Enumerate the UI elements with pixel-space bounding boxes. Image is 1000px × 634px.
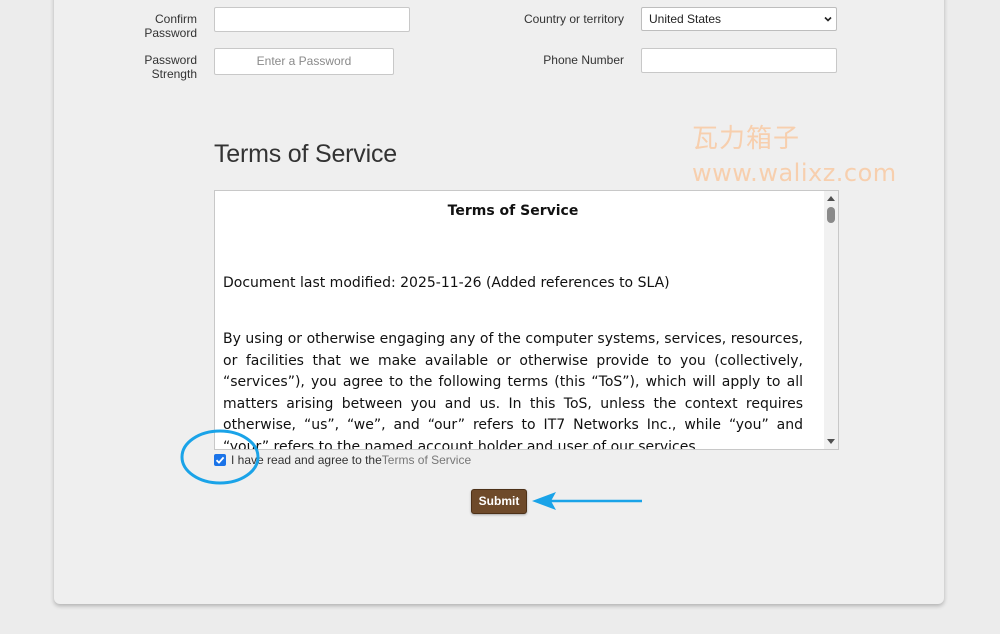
submit-button[interactable]: Submit (471, 489, 527, 514)
phone-number-label: Phone Number (543, 53, 624, 67)
agree-terms-row[interactable]: I have read and agree to the Terms of Se… (214, 453, 471, 467)
country-label: Country or territory (523, 12, 624, 26)
country-select-value: United States (649, 12, 722, 26)
tos-content: Terms of Service Document last modified:… (223, 201, 803, 450)
chevron-down-icon (824, 16, 832, 22)
password-strength-label: Password Strength (144, 53, 197, 81)
password-strength-indicator: Enter a Password (214, 48, 394, 75)
agree-terms-text: I have read and agree to the (231, 453, 382, 467)
scroll-thumb[interactable] (827, 207, 835, 223)
phone-number-field[interactable] (641, 48, 837, 73)
tos-paragraph: By using or otherwise engaging any of th… (223, 331, 803, 450)
terms-of-service-link[interactable]: Terms of Service (382, 453, 471, 467)
check-icon (215, 456, 225, 464)
confirm-password-label: Confirm Password (144, 12, 197, 40)
tos-scrollbar[interactable] (824, 191, 838, 449)
tos-last-modified: Document last modified: 2025-11-26 (Adde… (223, 274, 670, 291)
tos-document-title: Terms of Service (447, 203, 579, 219)
tos-scroll-box[interactable]: Terms of Service Document last modified:… (214, 190, 839, 450)
confirm-password-field[interactable] (214, 7, 410, 32)
country-select[interactable]: United States (641, 7, 837, 31)
tos-section-heading: Terms of Service (214, 140, 397, 168)
agree-terms-checkbox[interactable] (214, 454, 226, 466)
scroll-up-arrow-icon[interactable] (827, 196, 835, 201)
scroll-down-arrow-icon[interactable] (827, 439, 835, 444)
